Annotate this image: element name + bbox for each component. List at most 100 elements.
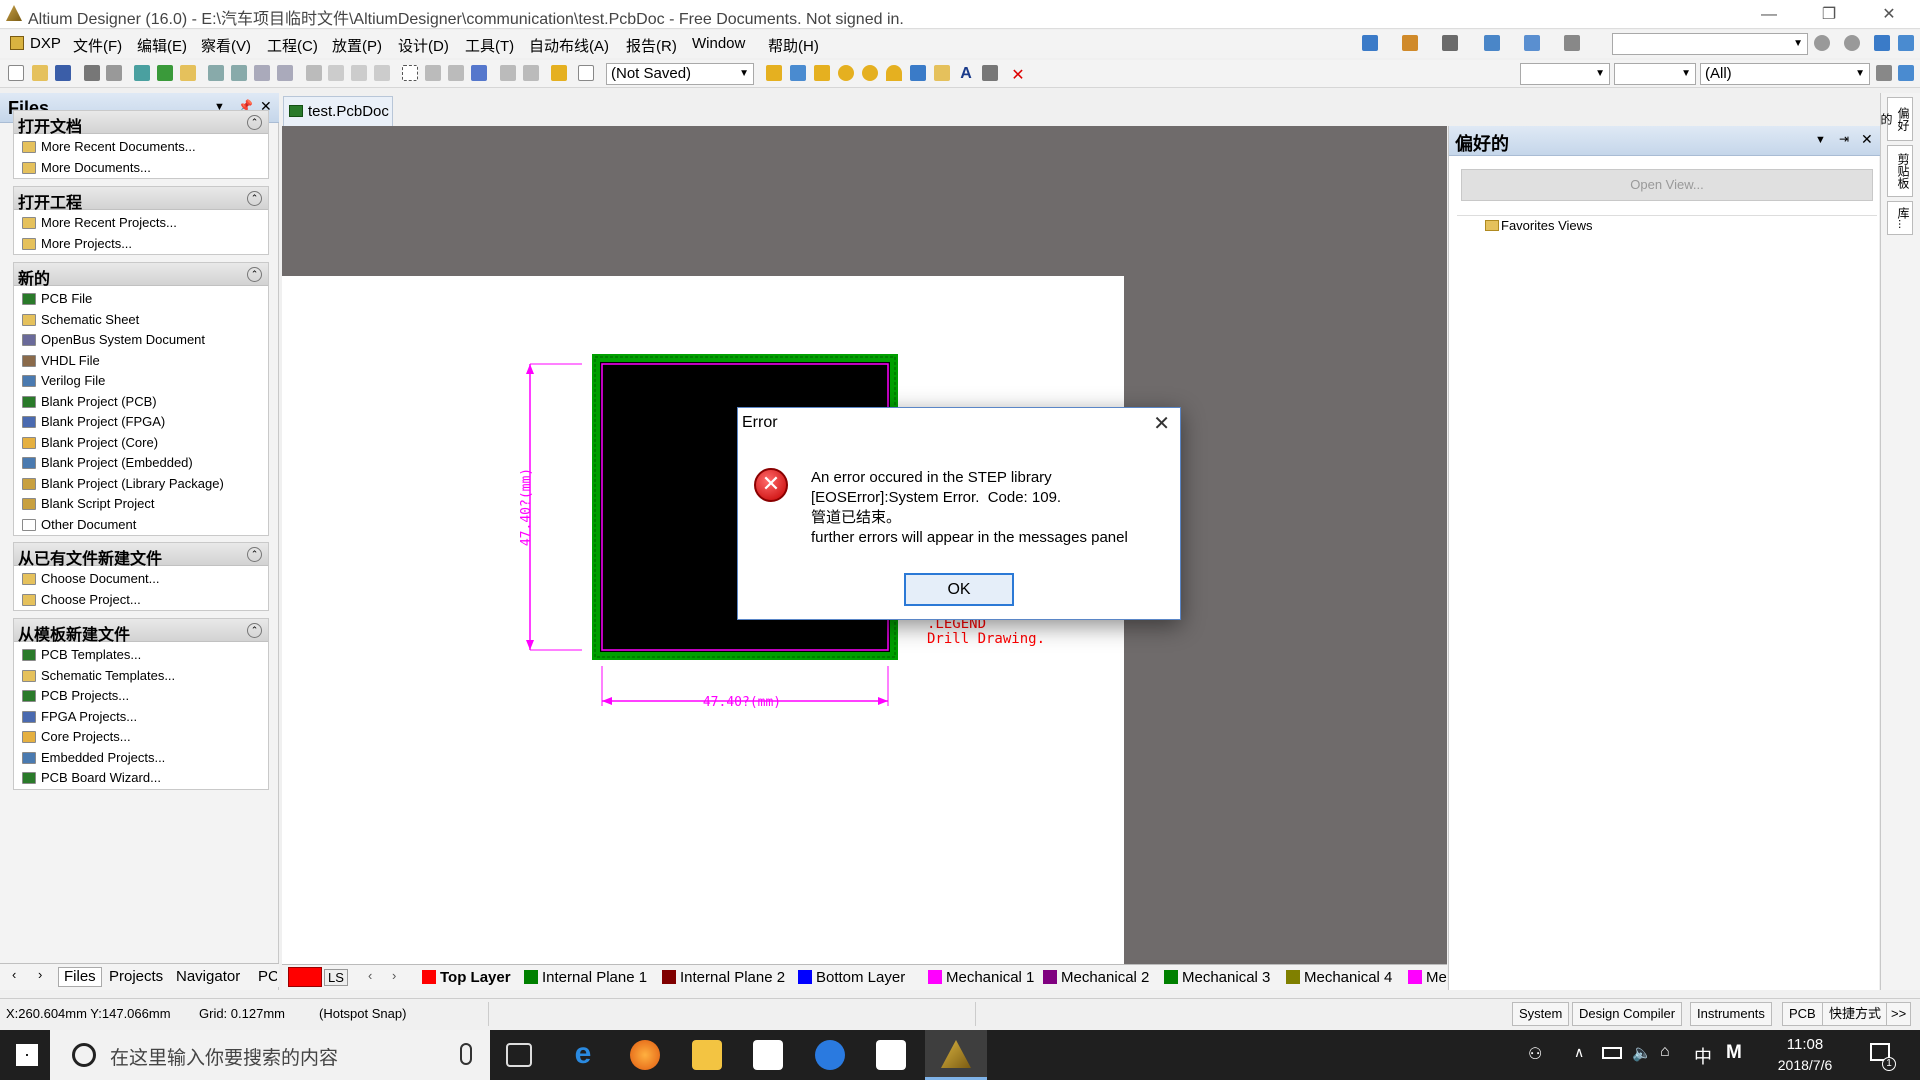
zoom-component-icon[interactable] [277,65,293,81]
shortcuts-button[interactable]: 快捷方式 [1822,1002,1889,1026]
layer-tab[interactable]: Mechanical 2 [1043,969,1149,986]
menu-window[interactable]: Window [692,35,745,52]
instruments-button[interactable]: Instruments [1690,1002,1772,1026]
files-item[interactable]: Core Projects... [22,729,131,751]
files-section-header[interactable]: 新的 ⌃ [14,263,268,288]
tab-pcb[interactable]: PCI [252,967,278,987]
browse-icon[interactable] [578,65,594,81]
undo-icon[interactable] [500,65,516,81]
files-item[interactable]: Blank Project (Core) [22,435,158,457]
favorites-menu-icon[interactable]: ▼ [1815,134,1826,146]
dialog-close-icon[interactable]: ✕ [1153,411,1170,436]
files-item[interactable]: Other Document [22,517,136,539]
network-icon[interactable]: ⌂ [1660,1043,1670,1061]
tab-navigator[interactable]: Navigator [170,967,246,987]
variant-combo[interactable]: (Not Saved) ▼ [606,63,754,85]
files-item[interactable]: PCB Board Wizard... [22,770,161,792]
print-preview-icon[interactable] [106,65,122,81]
pcb-button[interactable]: PCB [1782,1002,1823,1026]
fill-icon[interactable] [910,65,926,81]
side-tab-libraries[interactable]: 库... [1887,201,1913,235]
layer-tab[interactable]: Internal Plane 2 [662,969,785,986]
cut-icon[interactable] [306,65,322,81]
files-item[interactable]: Embedded Projects... [22,750,165,772]
layer-tab[interactable]: Mechanical 1 [928,969,1034,986]
folder-icon[interactable] [180,65,196,81]
toolbar-wire-icon[interactable] [1362,35,1378,51]
document-tab[interactable]: test.PcbDoc [283,96,393,126]
people-icon[interactable]: ⚇ [1528,1044,1542,1064]
tab-scroll-right-icon[interactable]: › [38,967,42,982]
via-icon[interactable] [862,65,878,81]
open-project-icon[interactable] [134,65,150,81]
rubber-stamp-icon[interactable] [374,65,390,81]
polygon-icon[interactable] [934,65,950,81]
toolbar-align-icon[interactable] [1402,35,1418,51]
battery-icon[interactable] [1602,1047,1622,1059]
files-item[interactable]: Blank Script Project [22,496,154,518]
tab-scroll-left-icon[interactable]: ‹ [12,967,16,982]
menu-reports[interactable]: 报告(R) [626,35,677,56]
back-icon[interactable] [1814,35,1830,51]
menu-place[interactable]: 放置(P) [332,35,382,56]
side-tab-favorites[interactable]: 偏好的 [1879,97,1913,141]
save-icon[interactable] [55,65,71,81]
clear-drc-icon[interactable]: ✕ [1010,65,1026,84]
diff-pair-icon[interactable] [790,65,806,81]
toolbar-room-icon[interactable] [1524,35,1540,51]
forward-icon[interactable] [1844,35,1860,51]
design-compiler-button[interactable]: Design Compiler [1572,1002,1683,1026]
clock-time[interactable]: 11:08 [1772,1036,1838,1053]
layer-tab[interactable]: Bottom Layer [798,969,905,986]
collapse-icon[interactable]: ⌃ [247,115,262,130]
clear-mask-icon[interactable] [1898,65,1914,81]
mask-icon[interactable] [1876,65,1892,81]
files-section-header[interactable]: 从已有文件新建文件 ⌃ [14,543,268,568]
move-icon[interactable] [425,65,441,81]
home-icon[interactable] [1874,35,1890,51]
files-item[interactable]: Blank Project (Embedded) [22,455,193,477]
collapse-icon[interactable]: ⌃ [247,191,262,206]
files-item[interactable]: More Documents... [22,160,151,182]
open-view-button[interactable]: Open View... [1461,169,1873,201]
class-combo[interactable]: ▼ [1614,63,1696,85]
files-section-header[interactable]: 从模板新建文件 ⌃ [14,619,268,644]
mail-icon[interactable] [876,1040,906,1070]
menu-dxp[interactable]: DXP [30,35,61,52]
files-item[interactable]: FPGA Projects... [22,709,137,731]
open-icon[interactable] [32,65,48,81]
system-button[interactable]: System [1512,1002,1570,1026]
menu-tools[interactable]: 工具(T) [465,35,514,56]
files-item[interactable]: PCB Projects... [22,688,129,710]
toolbar-grid-icon[interactable] [1564,35,1580,51]
address-combo[interactable]: ▼ [1612,33,1808,55]
menu-help[interactable]: 帮助(H) [768,35,819,56]
clock-date[interactable]: 2018/7/6 [1772,1057,1838,1073]
pad-icon[interactable] [838,65,854,81]
menu-autoroute[interactable]: 自动布线(A) [529,35,609,56]
files-item[interactable]: Schematic Templates... [22,668,175,690]
tab-projects[interactable]: Projects [103,967,169,987]
collapse-icon[interactable]: ⌃ [247,547,262,562]
new-icon[interactable] [8,65,24,81]
favorites-close-icon[interactable]: ✕ [1861,131,1873,148]
files-item[interactable]: Blank Project (PCB) [22,394,157,416]
files-section-header[interactable]: 打开文档 ⌃ [14,111,268,136]
altium-task-button[interactable] [925,1030,987,1080]
copy-icon[interactable] [328,65,344,81]
select-area-icon[interactable] [402,65,418,81]
ok-button[interactable]: OK [904,573,1014,606]
side-tab-clipboard[interactable]: 剪贴板 [1887,145,1913,197]
layer-tab[interactable]: Mechanical 4 [1286,969,1392,986]
files-item[interactable]: More Recent Projects... [22,215,177,237]
toolbar-component-icon[interactable] [1442,35,1458,51]
file-explorer-icon[interactable] [692,1040,722,1070]
tray-expand-icon[interactable]: ∧ [1574,1044,1584,1061]
layer-tab[interactable]: Top Layer [422,969,511,986]
toolbar-distribute-icon[interactable] [1484,35,1500,51]
route-icon[interactable] [766,65,782,81]
favorites-views-item[interactable]: Favorites Views [1485,218,1593,233]
collapse-icon[interactable]: ⌃ [247,267,262,282]
menu-edit[interactable]: 编辑(E) [137,35,187,56]
store-icon[interactable] [753,1040,783,1070]
